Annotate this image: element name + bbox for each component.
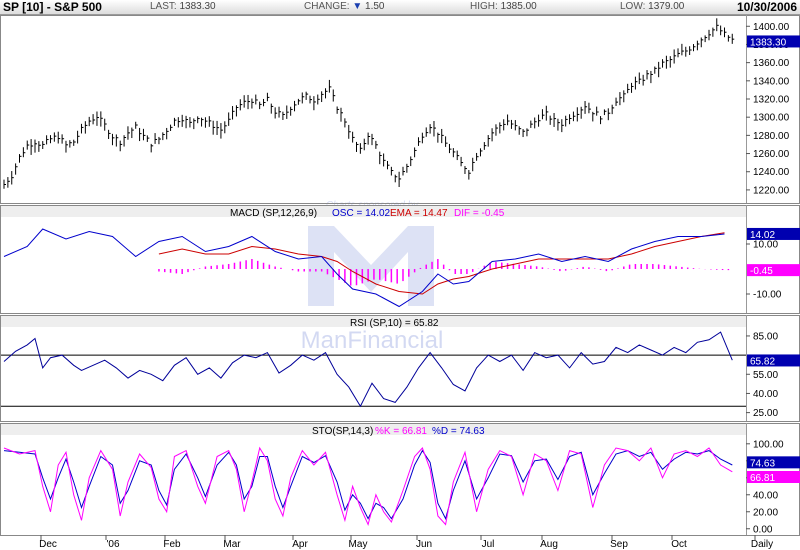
sto-axis-tick-label: 100.00: [753, 439, 784, 450]
rsi-axis-tick-label: 25.00: [753, 408, 778, 419]
x-axis-label: Sep: [610, 539, 628, 550]
x-axis-label: Jul: [482, 539, 495, 550]
sto-k-value: 66.81: [750, 473, 775, 484]
macd-ema-label: EMA = 14.47: [390, 208, 448, 219]
sto-title: STO(SP,14,3): [312, 426, 373, 437]
x-axis-label: Dec: [39, 539, 57, 550]
panel-frame: [0, 15, 800, 204]
macd-axis-tick-label: 10.00: [753, 240, 778, 251]
macd-osc-label: OSC = 14.02: [332, 208, 391, 219]
sto-axis-tick-label: 20.00: [753, 507, 778, 518]
x-axis-label: '06: [106, 539, 119, 550]
rsi-axis-tick-label: 55.00: [753, 370, 778, 381]
sto-k-line: [3, 446, 733, 526]
rsi-axis-tick-label: 40.00: [753, 389, 778, 400]
watermark: Charts sponsored by ManFinancial: [301, 200, 444, 354]
x-axis-label: Jun: [416, 539, 432, 550]
chart-window: SP [10] - S&P 500 LAST: 1383.30 CHANGE: …: [0, 0, 800, 550]
watermark-brand-text: ManFinancial: [301, 327, 444, 354]
price-axis-tick-label: 1340.00: [753, 76, 790, 87]
macd-dif-value: -0.45: [750, 266, 773, 277]
price-axis-tick-label: 1260.00: [753, 149, 790, 160]
sto-k-label: %K = 66.81: [375, 426, 427, 437]
panel-frames: [0, 15, 800, 540]
indicator-title-strip: [1, 424, 746, 435]
chart-canvas: Charts sponsored by ManFinancial 1400.00…: [0, 15, 800, 550]
price-axis-tick-label: 1360.00: [753, 58, 790, 69]
macd-title: MACD (SP,12,26,9): [230, 208, 317, 219]
macd-axis-tick-label: -10.00: [753, 290, 782, 301]
x-axis-label: Apr: [292, 539, 308, 550]
sto-axis-tick-label: 0.00: [753, 524, 773, 535]
rsi-title: RSI (SP,10) = 65.82: [350, 318, 439, 329]
rsi-value: 65.82: [750, 356, 775, 367]
x-axis-label: May: [349, 539, 368, 550]
price-axis-tick-label: 1320.00: [753, 95, 790, 106]
sto-d-label: %D = 74.63: [432, 426, 485, 437]
price-axis-tick-label: 1300.00: [753, 113, 790, 124]
price-axis-tick-label: 1280.00: [753, 131, 790, 142]
x-axis-label: Feb: [163, 539, 181, 550]
macd-dif-label: DIF = -0.45: [454, 208, 505, 219]
price-axis-tick-label: 1240.00: [753, 167, 790, 178]
macd-ema-line: [158, 232, 725, 295]
price-axis-tick-label: 1400.00: [753, 22, 790, 33]
sto-d-value: 74.63: [750, 458, 775, 469]
sto-axis-tick-label: 40.00: [753, 490, 778, 501]
price-last-value: 1383.30: [750, 37, 787, 48]
price-axis-tick-label: 1220.00: [753, 185, 790, 196]
rsi-axis-tick-label: 85.00: [753, 331, 778, 342]
panel-frame: [0, 423, 800, 536]
x-axis-label: Mar: [223, 539, 241, 550]
x-axis-label: Aug: [540, 539, 558, 550]
macd-osc-value: 14.02: [750, 230, 775, 241]
x-axis-label: Daily: [751, 539, 773, 550]
x-axis-label: Oct: [671, 539, 687, 550]
sto-d-line: [3, 449, 733, 520]
